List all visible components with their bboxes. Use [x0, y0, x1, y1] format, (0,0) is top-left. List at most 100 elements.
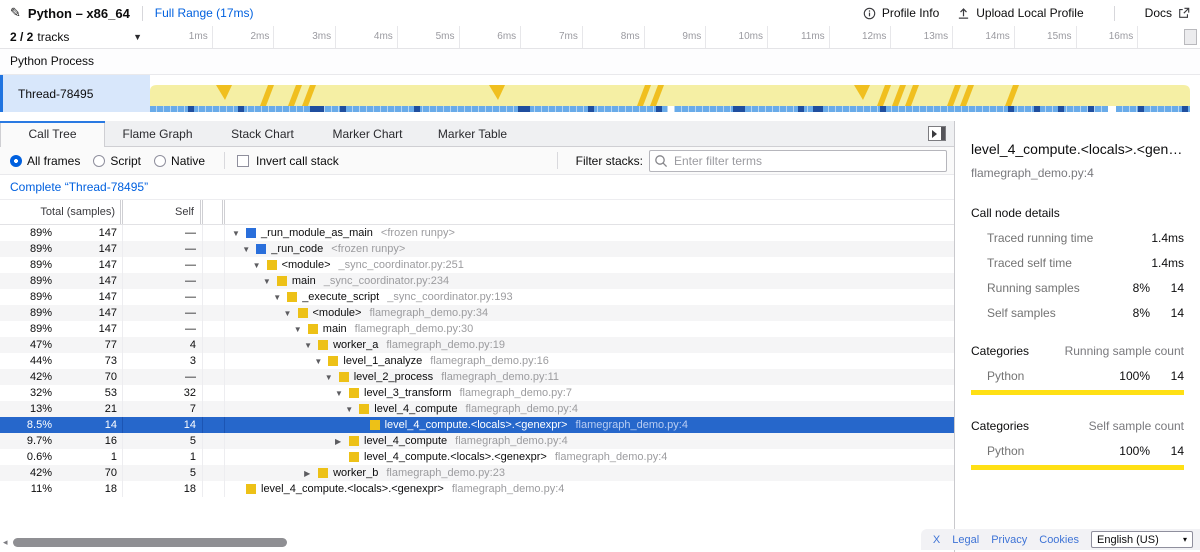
call-tree-row[interactable]: 89%147—▼mainflamegraph_demo.py:30 [0, 321, 954, 337]
total-percent: 32% [0, 387, 52, 399]
function-location: flamegraph_demo.py:19 [386, 339, 505, 351]
external-link-icon [1178, 7, 1190, 19]
ruler-tick-label: 12ms [828, 26, 886, 48]
expand-toggle-icon[interactable]: ▼ [253, 261, 267, 270]
call-tree-row[interactable]: 42%70—▼level_2_processflamegraph_demo.py… [0, 369, 954, 385]
invert-call-stack-label[interactable]: Invert call stack [256, 154, 339, 168]
self-samples: — [123, 257, 203, 273]
total-percent: 42% [0, 467, 52, 479]
total-samples: 16 [52, 435, 122, 447]
tracks-dropdown[interactable]: 2 / 2 tracks ▼ [0, 26, 150, 48]
call-tree-row[interactable]: 89%147—▼<module>flamegraph_demo.py:34 [0, 305, 954, 321]
expand-toggle-icon[interactable]: ▶ [335, 437, 349, 446]
expand-toggle-icon[interactable]: ▼ [263, 277, 277, 286]
expand-toggle-icon[interactable]: ▼ [314, 357, 328, 366]
call-tree-row[interactable]: 89%147—▼main_sync_coordinator.py:234 [0, 273, 954, 289]
category-square-icon [298, 308, 308, 318]
function-location: <frozen runpy> [381, 227, 455, 239]
function-name: _run_module_as_main [261, 227, 373, 239]
tab-stack-chart[interactable]: Stack Chart [210, 121, 315, 147]
edit-profile-name-icon[interactable]: ✎ [10, 5, 21, 21]
categories-header: Categories [971, 344, 1029, 358]
sample-strip-dark-segment [188, 106, 194, 112]
radio-native-label[interactable]: Native [171, 154, 205, 168]
radio-script-label[interactable]: Script [110, 154, 141, 168]
total-percent: 9.7% [0, 435, 52, 447]
tab-marker-chart[interactable]: Marker Chart [315, 121, 420, 147]
sample-strip-dark-segment [733, 106, 745, 112]
self-samples: 4 [123, 337, 203, 353]
thread-track-label[interactable]: Thread-78495 [0, 75, 150, 112]
sidebar-toggle-icon[interactable] [928, 126, 946, 141]
radio-all-frames[interactable] [10, 155, 22, 167]
ruler-tick-label: 15ms [1014, 26, 1072, 48]
call-tree-row[interactable]: 42%705▶worker_bflamegraph_demo.py:23 [0, 465, 954, 481]
function-location: flamegraph_demo.py:4 [575, 419, 688, 431]
call-tree-row[interactable]: 47%774▼worker_aflamegraph_demo.py:19 [0, 337, 954, 353]
total-percent: 89% [0, 291, 52, 303]
track-python-process[interactable]: Python Process [0, 49, 1200, 75]
expand-toggle-icon[interactable]: ▼ [345, 405, 359, 414]
full-range-link[interactable]: Full Range (17ms) [155, 6, 254, 20]
total-samples: 14 [52, 419, 122, 431]
footer-privacy-link[interactable]: Privacy [991, 534, 1027, 546]
selected-node-file: flamegraph_demo.py:4 [971, 166, 1184, 180]
ruler-tick-label: 9ms [643, 26, 701, 48]
function-location: flamegraph_demo.py:16 [430, 355, 549, 367]
footer-cookies-link[interactable]: Cookies [1039, 534, 1079, 546]
expand-toggle-icon[interactable]: ▼ [304, 341, 318, 350]
call-tree-row[interactable]: 13%217▼level_4_computeflamegraph_demo.py… [0, 401, 954, 417]
thread-activity-graph[interactable] [150, 75, 1190, 112]
upload-profile-button[interactable]: Upload Local Profile [957, 6, 1083, 20]
function-name: level_4_compute [374, 403, 457, 415]
footer-close-button[interactable]: X [933, 534, 940, 546]
tab-call-tree[interactable]: Call Tree [0, 121, 105, 147]
function-location: flamegraph_demo.py:4 [455, 435, 568, 447]
expand-toggle-icon[interactable]: ▼ [284, 309, 298, 318]
divider [142, 6, 143, 21]
scrollbar-thumb[interactable] [13, 538, 287, 547]
ruler-tick-label: 13ms [890, 26, 948, 48]
call-tree-row[interactable]: 0.6%11level_4_compute.<locals>.<genexpr>… [0, 449, 954, 465]
footer-legal-link[interactable]: Legal [952, 534, 979, 546]
expand-toggle-icon[interactable]: ▼ [242, 245, 256, 254]
call-tree-row[interactable]: 9.7%165▶level_4_computeflamegraph_demo.p… [0, 433, 954, 449]
breadcrumb-root-link[interactable]: Complete “Thread-78495” [10, 180, 148, 194]
call-tree-row[interactable]: 89%147—▼_run_code<frozen runpy> [0, 241, 954, 257]
call-tree-row[interactable]: 89%147—▼_execute_script_sync_coordinator… [0, 289, 954, 305]
radio-native[interactable] [154, 155, 166, 167]
sample-strip [150, 106, 1190, 112]
category-row: Python100%14 [971, 444, 1184, 458]
call-tree-row[interactable]: 11%1818level_4_compute.<locals>.<genexpr… [0, 481, 954, 497]
call-tree-row[interactable]: 8.5%1414level_4_compute.<locals>.<genexp… [0, 417, 954, 433]
ruler-tick-label: 7ms [520, 26, 578, 48]
call-tree-row[interactable]: 89%147—▼_run_module_as_main<frozen runpy… [0, 225, 954, 241]
language-select[interactable]: English (US) ▾ [1091, 531, 1193, 548]
scroll-left-arrow-icon[interactable]: ◂ [3, 537, 8, 548]
call-tree-row[interactable]: 89%147—▼<module>_sync_coordinator.py:251 [0, 257, 954, 273]
category-row: Python100%14 [971, 369, 1184, 383]
total-percent: 13% [0, 403, 52, 415]
filter-stacks-input[interactable] [649, 150, 947, 172]
tab-marker-table[interactable]: Marker Table [420, 121, 525, 147]
expand-toggle-icon[interactable]: ▼ [325, 373, 339, 382]
tab-flame-graph[interactable]: Flame Graph [105, 121, 210, 147]
expand-toggle-icon[interactable]: ▼ [273, 293, 287, 302]
expand-toggle-icon[interactable]: ▶ [304, 469, 318, 478]
radio-all-frames-label[interactable]: All frames [27, 154, 80, 168]
sample-strip-dark-segment [798, 106, 804, 112]
profile-info-button[interactable]: Profile Info [863, 6, 939, 20]
radio-script[interactable] [93, 155, 105, 167]
sample-strip-dark-segment [340, 106, 346, 112]
function-location: <frozen runpy> [331, 243, 405, 255]
settings-row: All frames Script Native Invert call sta… [0, 147, 954, 175]
function-location: flamegraph_demo.py:30 [355, 323, 474, 335]
timeline-ruler: 2 / 2 tracks ▼ 1ms2ms3ms4ms5ms6ms7ms8ms9… [0, 26, 1200, 49]
expand-toggle-icon[interactable]: ▼ [232, 229, 246, 238]
call-tree-row[interactable]: 32%5332▼level_3_transformflamegraph_demo… [0, 385, 954, 401]
expand-toggle-icon[interactable]: ▼ [294, 325, 308, 334]
expand-toggle-icon[interactable]: ▼ [335, 389, 349, 398]
docs-link[interactable]: Docs [1145, 6, 1190, 20]
invert-call-stack-checkbox[interactable] [237, 155, 249, 167]
call-tree-row[interactable]: 44%733▼level_1_analyzeflamegraph_demo.py… [0, 353, 954, 369]
